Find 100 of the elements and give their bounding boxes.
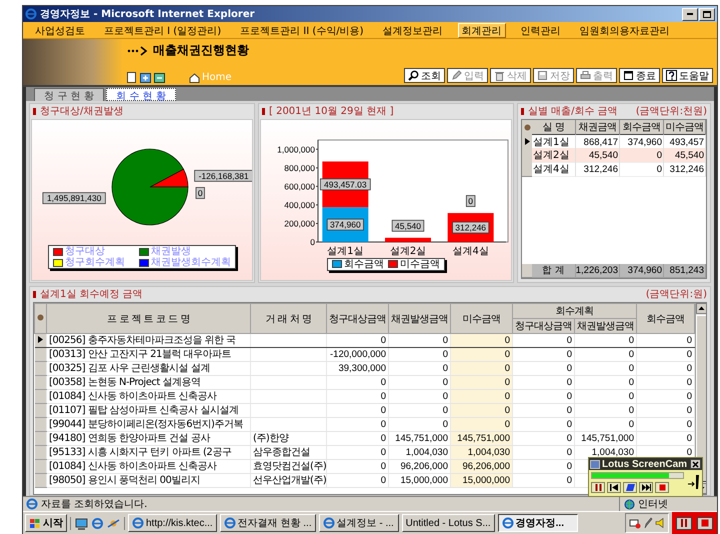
fast-forward-icon xyxy=(642,484,650,491)
globe-icon xyxy=(624,498,635,510)
column-header: 미수금액 xyxy=(450,304,512,334)
panel-title: 설계1실 회수예정 금액 xyxy=(40,288,143,301)
table-cell: 96,206,000 xyxy=(450,460,512,474)
ball-icon xyxy=(524,124,530,130)
toolbar-button[interactable]: 종료 xyxy=(619,68,660,83)
fast-forward-button[interactable] xyxy=(639,482,653,493)
table-cell: 0 xyxy=(450,348,512,362)
table-cell: [00358] 논현동 N-Project 설계용역 xyxy=(46,376,250,390)
plus-icon[interactable] xyxy=(140,72,151,82)
search-icon xyxy=(408,70,419,81)
table-cell: 0 xyxy=(636,334,694,348)
menu-item[interactable]: 인력관리 xyxy=(516,22,565,38)
stop-button[interactable] xyxy=(655,482,669,493)
table-cell: [99044] 분당하이페리온(정자동6번지)주거복 xyxy=(46,418,250,432)
table-cell: 0 xyxy=(574,348,636,362)
column-header: 회수계획 xyxy=(512,304,636,318)
taskbar-button[interactable]: 설계정보 - ... xyxy=(318,514,399,532)
table-cell: 39,300,000 xyxy=(326,362,388,376)
table-cell: 0 xyxy=(512,432,574,446)
table-cell: 삼우종합건설 xyxy=(250,446,326,460)
menu-item[interactable]: 임원회의용자료관리 xyxy=(576,22,674,38)
table-cell: 45,540 xyxy=(576,148,620,163)
desktop-icon[interactable] xyxy=(75,516,88,530)
legend-label: 채권발생회수계획 xyxy=(151,257,231,268)
row-header xyxy=(522,264,532,278)
printer-icon xyxy=(580,70,591,81)
category-label: 설계1실 xyxy=(327,246,364,256)
camera-icon xyxy=(590,460,600,468)
minus-icon[interactable] xyxy=(154,72,165,82)
table-cell: -120,000,000 xyxy=(326,348,388,362)
table-cell: 0 xyxy=(620,162,664,177)
pen-icon[interactable] xyxy=(643,517,653,529)
close-button[interactable] xyxy=(690,459,701,469)
stop-icon xyxy=(658,484,666,491)
document-icon[interactable] xyxy=(127,72,137,83)
row-header[interactable] xyxy=(34,334,46,348)
pause-button[interactable] xyxy=(676,516,692,530)
tab[interactable]: 청 구 현 황 xyxy=(34,88,104,101)
table-cell: 0 xyxy=(388,362,450,376)
tick-label: 1,000,000 xyxy=(277,144,315,154)
house-icon xyxy=(189,72,200,82)
start-button[interactable]: 시작 xyxy=(25,514,67,532)
taskbar-button[interactable]: 전자결재 현황 ... xyxy=(220,514,316,532)
table-cell: [00313] 안산 고잔지구 21블럭 대우아파트 xyxy=(46,348,250,362)
toolbar-button[interactable]: 조회 xyxy=(404,68,445,83)
skip-back-icon xyxy=(610,484,618,491)
taskbar-button[interactable]: 경영자정... xyxy=(498,514,578,532)
column-header: 미수금액 xyxy=(664,120,706,135)
menu-item[interactable]: 프로젝트관리 II (수익/비용) xyxy=(236,22,368,38)
speaker-icon[interactable] xyxy=(655,517,665,529)
legend-swatch xyxy=(388,260,398,268)
maximize-button[interactable] xyxy=(699,8,715,20)
flag-icon xyxy=(29,518,41,528)
table-cell: 0 xyxy=(450,418,512,432)
browser-icon xyxy=(502,517,514,529)
ball-icon xyxy=(37,314,44,321)
table-cell: 0 xyxy=(326,474,388,488)
scroll-up-icon[interactable] xyxy=(696,303,706,314)
value-label: 45,540 xyxy=(392,219,424,232)
toolbar-button[interactable]: 도움말 xyxy=(662,68,713,83)
tab[interactable]: 회 수 현 황 xyxy=(106,88,176,101)
table-cell: [00256] 충주자동차테마파크조성을 위한 국 xyxy=(46,334,250,348)
minimize-icon xyxy=(687,13,693,15)
taskbar-button[interactable]: http://kis.ktec... xyxy=(128,514,217,532)
bar xyxy=(385,237,431,242)
menu-item[interactable]: 사업성검토 xyxy=(31,22,89,38)
table-cell: 효영닷컴건설(주) xyxy=(250,460,326,474)
category-label: 설계4실 xyxy=(452,246,489,256)
pencil-icon xyxy=(451,70,462,81)
column-header: 프 로 젝 트 코 드 명 xyxy=(46,304,250,334)
table-cell: 0 xyxy=(326,446,388,460)
table-cell: 0 xyxy=(388,404,450,418)
table-cell: 0 xyxy=(388,334,450,348)
table-cell: 45,540 xyxy=(664,148,706,163)
menu-item[interactable]: 프로젝트관리 I (일정관리) xyxy=(100,22,226,38)
satellite-icon[interactable] xyxy=(107,516,120,530)
table-cell: 0 xyxy=(388,376,450,390)
legend-label: 청구회수계획 xyxy=(65,257,125,268)
menu-item[interactable]: 설계정보관리 xyxy=(378,22,447,38)
network-icon[interactable] xyxy=(629,517,641,529)
rewind-button[interactable] xyxy=(607,482,621,493)
menu-item[interactable]: 회계관리 xyxy=(458,22,506,38)
minimize-button[interactable] xyxy=(682,8,698,20)
table-cell: 15,000,000 xyxy=(388,474,450,488)
recorder-title: Lotus ScreenCam xyxy=(602,458,688,470)
table-cell: 0 xyxy=(450,362,512,376)
stop-button[interactable] xyxy=(697,516,713,530)
table-cell: 0 xyxy=(574,418,636,432)
table-cell: 1,004,030 xyxy=(388,446,450,460)
pause-button[interactable] xyxy=(591,482,605,493)
browser-icon[interactable] xyxy=(91,516,104,530)
legend-swatch xyxy=(332,260,342,268)
legend-swatch xyxy=(139,258,149,266)
value-label: 0 xyxy=(466,194,476,206)
table-cell: 96,206,000 xyxy=(388,460,450,474)
column-header: 채권발생금액 xyxy=(574,318,636,334)
taskbar-button[interactable]: Untitled - Lotus S... xyxy=(402,514,495,532)
table-cell: 15,000,000 xyxy=(450,474,512,488)
